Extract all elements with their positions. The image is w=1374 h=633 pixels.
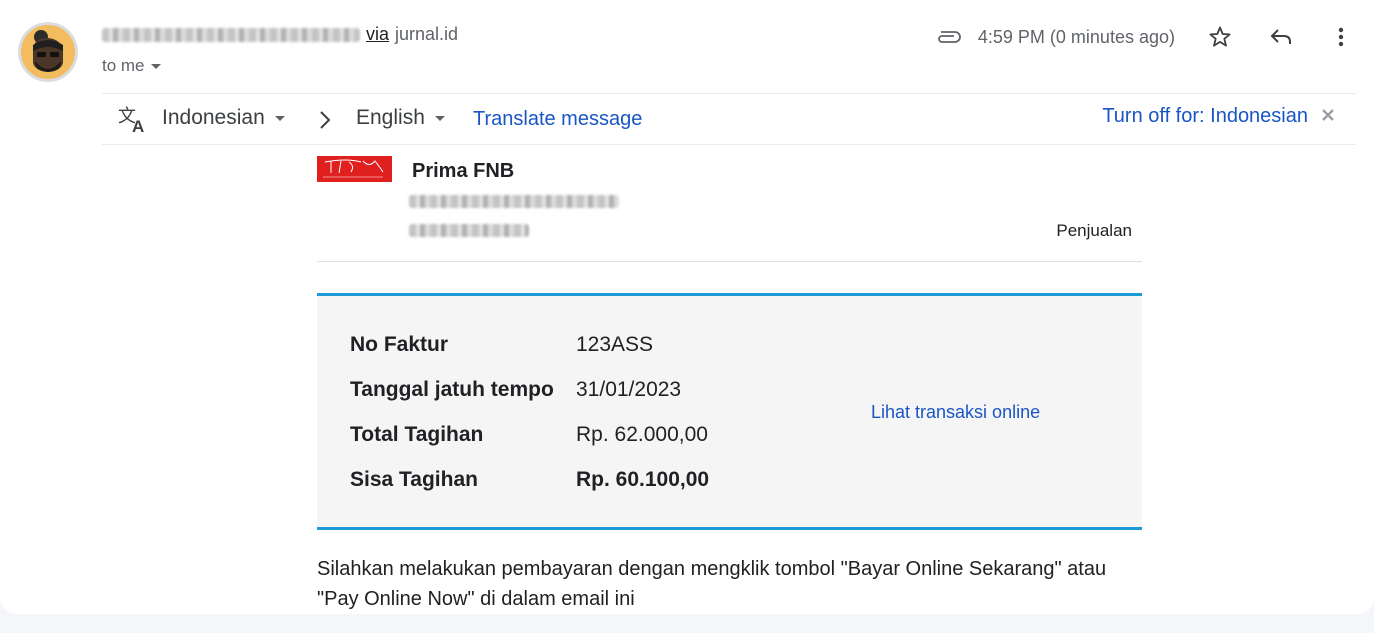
view-online-transaction-link[interactable]: Lihat transaksi online: [871, 402, 1040, 423]
chevron-down-icon: [150, 63, 161, 69]
translate-bar: 文 A Indonesian English Translate message…: [102, 93, 1356, 145]
invoice-label: Total Tagihan: [350, 423, 484, 446]
invoice-summary: No Faktur 123ASS Tanggal jatuh tempo 31/…: [317, 293, 1142, 530]
invoice-row: No Faktur 123ASS: [350, 333, 653, 357]
company-name: Prima FNB: [412, 160, 515, 182]
sender-name-redacted[interactable]: [102, 27, 360, 42]
invoice-label: Tanggal jatuh tempo: [350, 378, 554, 401]
email-card: via jurnal.id to me 4:59 PM (0 minutes a…: [0, 0, 1374, 614]
avatar-image: [21, 25, 75, 79]
translate-icon: 文 A: [118, 106, 148, 139]
recipient-label: to me: [102, 56, 145, 75]
invoice-value: Rp. 62.000,00: [576, 423, 708, 446]
invoice-value: Rp. 60.100,00: [576, 468, 710, 491]
department-label: Penjualan: [1056, 221, 1132, 240]
company-phone-redacted: [409, 224, 529, 237]
turn-off-translation-link[interactable]: Turn off for: Indonesian: [1102, 105, 1308, 128]
divider: [317, 261, 1142, 262]
svg-text:A: A: [132, 117, 144, 134]
invoice-row: Sisa Tagihan Rp. 60.100,00: [350, 468, 709, 492]
star-icon[interactable]: [1205, 22, 1235, 52]
message-meta: 4:59 PM (0 minutes ago): [934, 22, 1374, 52]
more-options-icon[interactable]: [1326, 22, 1356, 52]
email-body-text: Silahkan melakukan pembayaran dengan men…: [317, 558, 1107, 610]
chevron-down-icon: [274, 115, 285, 121]
sender-avatar[interactable]: [18, 22, 78, 82]
source-language-label: Indonesian: [162, 106, 265, 129]
timestamp: 4:59 PM (0 minutes ago): [977, 26, 1175, 47]
invoice-label: Sisa Tagihan: [350, 468, 478, 491]
company-email-redacted: [409, 195, 619, 208]
invoice-row: Total Tagihan Rp. 62.000,00: [350, 423, 708, 447]
company-logo: [317, 156, 392, 182]
invoice-label: No Faktur: [350, 333, 449, 356]
recipient-dropdown[interactable]: to me: [102, 56, 161, 76]
invoice-value: 123ASS: [576, 333, 654, 356]
invoice-row: Tanggal jatuh tempo 31/01/2023: [350, 378, 681, 402]
target-language-select[interactable]: English: [356, 106, 445, 130]
close-icon[interactable]: [1322, 108, 1334, 126]
sender-line: via jurnal.id: [102, 24, 458, 45]
sender-domain: jurnal.id: [395, 24, 459, 44]
attachment-icon: [934, 22, 964, 52]
target-language-label: English: [356, 106, 425, 129]
reply-icon[interactable]: [1266, 22, 1296, 52]
chevron-right-icon: [318, 109, 332, 136]
source-language-select[interactable]: Indonesian: [162, 106, 285, 130]
chevron-down-icon: [434, 115, 445, 121]
translate-message-link[interactable]: Translate message: [473, 108, 642, 131]
via-link[interactable]: via: [366, 24, 389, 45]
invoice-value: 31/01/2023: [576, 378, 682, 401]
